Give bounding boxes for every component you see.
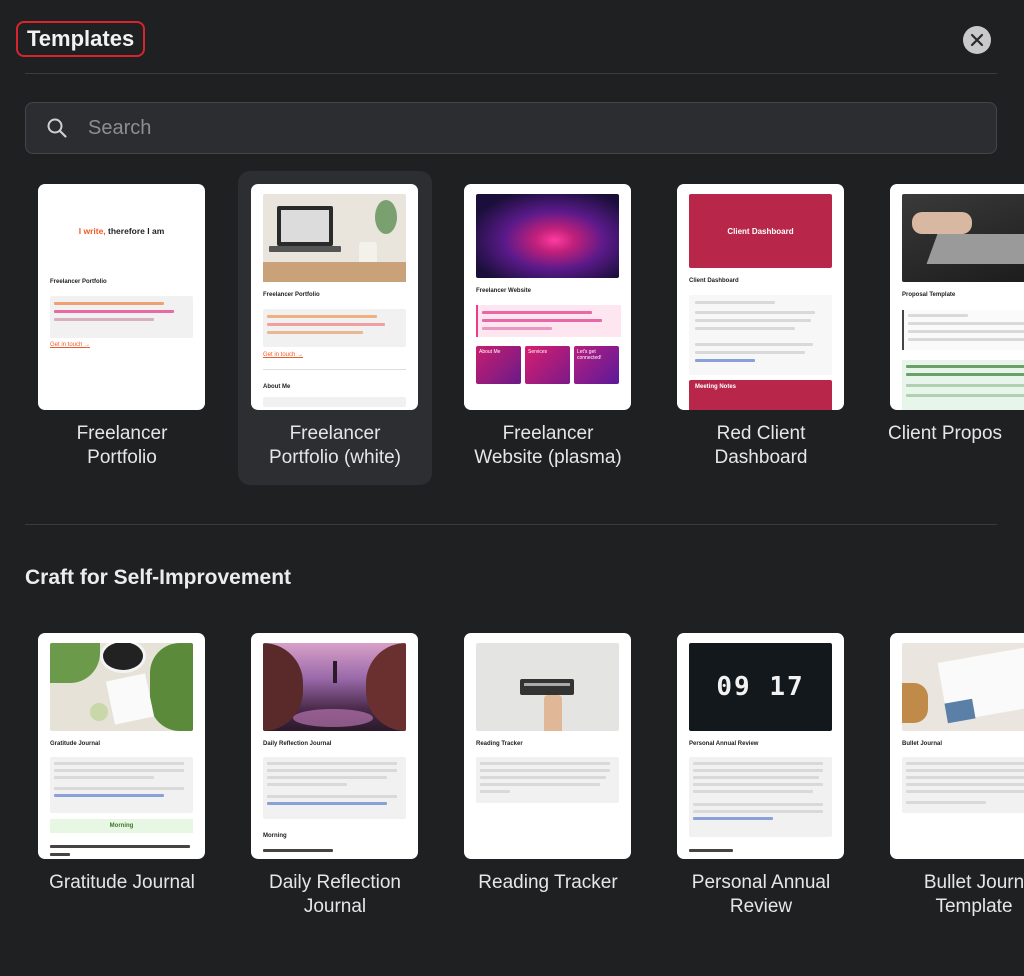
thumb-heading: Personal Annual Review [689, 741, 759, 747]
template-card-freelancer-website-plasma[interactable]: Freelancer Website About Me Services Let… [451, 171, 645, 483]
thumb-band: Morning [50, 819, 193, 833]
thumb-headline: therefore I am [105, 226, 165, 236]
header-divider [25, 73, 997, 74]
template-card-bullet-journal[interactable]: Bullet Journal Bullet Journ Template [877, 620, 1024, 932]
template-thumbnail: Daily Reflection Journal Morning [251, 633, 418, 859]
close-button[interactable] [963, 26, 991, 54]
thumb-heading: Daily Reflection Journal [263, 741, 332, 747]
thumb-heading: Gratitude Journal [50, 741, 101, 747]
template-label: Daily Reflection Journal [269, 872, 401, 917]
template-thumbnail: Freelancer Portfolio Get in touch → Abou… [251, 184, 418, 410]
template-thumbnail: Freelancer Website About Me Services Let… [464, 184, 631, 410]
template-label: Personal Annual Review [691, 872, 831, 917]
laptop-photo [263, 194, 406, 282]
template-thumbnail: Client Dashboard Client Dashboard Meetin… [677, 184, 844, 410]
thumb-link: Get in touch → [50, 342, 91, 348]
thumb-heading: Bullet Journal [902, 741, 943, 747]
thumb-heading: Proposal Template [902, 292, 956, 298]
template-thumbnail: Proposal Template [890, 184, 1024, 410]
thumb-tile-services: Services [525, 346, 570, 384]
templates-row-self-improvement: Gratitude Journal Morning Gratitude Jour… [0, 620, 1024, 940]
template-label: Client Propos [888, 423, 1003, 444]
templates-row-top: I write, therefore I am Freelancer Portf… [0, 171, 1024, 491]
thumb-callout [50, 757, 193, 813]
template-card-freelancer-portfolio[interactable]: I write, therefore I am Freelancer Portf… [25, 171, 219, 483]
template-label: Freelancer Portfolio [76, 423, 168, 468]
search-input[interactable] [86, 115, 996, 141]
template-label: Reading Tracker [478, 872, 618, 893]
thumb-subheading: Morning [263, 833, 287, 839]
template-card-gratitude-journal[interactable]: Gratitude Journal Morning Gratitude Jour… [25, 620, 219, 932]
thumb-callout [50, 296, 193, 338]
thumb-heading: Freelancer Website [476, 288, 531, 294]
plasma-banner [476, 194, 619, 278]
template-card-reading-tracker[interactable]: Reading Tracker Reading Tracker [451, 620, 645, 932]
template-label: Gratitude Journal [49, 872, 195, 893]
dialog-title: Templates [16, 21, 146, 57]
dialog-header: Templates [0, 0, 1024, 74]
reflection-photo [263, 643, 406, 731]
section-title: Craft for Self-Improvement [25, 566, 292, 589]
thumb-callout [263, 757, 406, 819]
template-card-personal-annual-review[interactable]: 09 17 Personal Annual Review Personal An… [664, 620, 858, 932]
thumb-heading: Client Dashboard [689, 278, 739, 284]
thumb-subheading: About Me [263, 384, 291, 390]
section-divider [25, 524, 997, 525]
template-card-freelancer-portfolio-white[interactable]: Freelancer Portfolio Get in touch → Abou… [238, 171, 432, 485]
search-icon [47, 118, 67, 138]
thumb-callout [689, 757, 832, 837]
thumb-heading: Freelancer Portfolio [263, 292, 320, 298]
template-thumbnail: 09 17 Personal Annual Review [677, 633, 844, 859]
template-label: Bullet Journ Template [923, 872, 1024, 917]
thumb-heading: Freelancer Portfolio [50, 279, 107, 285]
template-card-red-client-dashboard[interactable]: Client Dashboard Client Dashboard Meetin… [664, 171, 858, 483]
template-label: Red Client Dashboard [714, 423, 808, 468]
typing-photo [902, 194, 1024, 282]
thumb-tile-connect: Let's get connected! [574, 346, 619, 384]
thumb-subbanner: Meeting Notes [689, 380, 832, 410]
gratitude-photo [50, 643, 193, 731]
thumb-callout [476, 305, 621, 337]
close-icon [970, 33, 984, 47]
thumb-link: Get in touch → [263, 352, 304, 358]
thumb-callout [263, 309, 406, 347]
template-label: Freelancer Website (plasma) [474, 423, 622, 468]
template-card-client-proposal[interactable]: Proposal Template Client Propos [877, 171, 1024, 483]
thumb-callout [476, 757, 619, 803]
template-thumbnail: Bullet Journal [890, 633, 1024, 859]
flip-clock-photo: 09 17 [689, 643, 832, 731]
template-thumbnail: Reading Tracker [464, 633, 631, 859]
template-thumbnail: Gratitude Journal Morning [38, 633, 205, 859]
search-bar[interactable] [25, 102, 997, 154]
thumb-callout [902, 757, 1024, 813]
thumb-heading: Reading Tracker [476, 741, 523, 747]
thumb-banner: Client Dashboard [689, 194, 832, 268]
books-photo [476, 643, 619, 731]
template-card-daily-reflection-journal[interactable]: Daily Reflection Journal Morning Daily R… [238, 620, 432, 932]
clock-digits: 09 17 [716, 672, 805, 702]
bullet-journal-photo [902, 643, 1024, 731]
template-label: Freelancer Portfolio (white) [269, 423, 401, 468]
thumb-tile-about: About Me [476, 346, 521, 384]
thumb-headline-accent: I write, [78, 226, 106, 236]
thumb-callout [689, 295, 832, 375]
template-thumbnail: I write, therefore I am Freelancer Portf… [38, 184, 205, 410]
